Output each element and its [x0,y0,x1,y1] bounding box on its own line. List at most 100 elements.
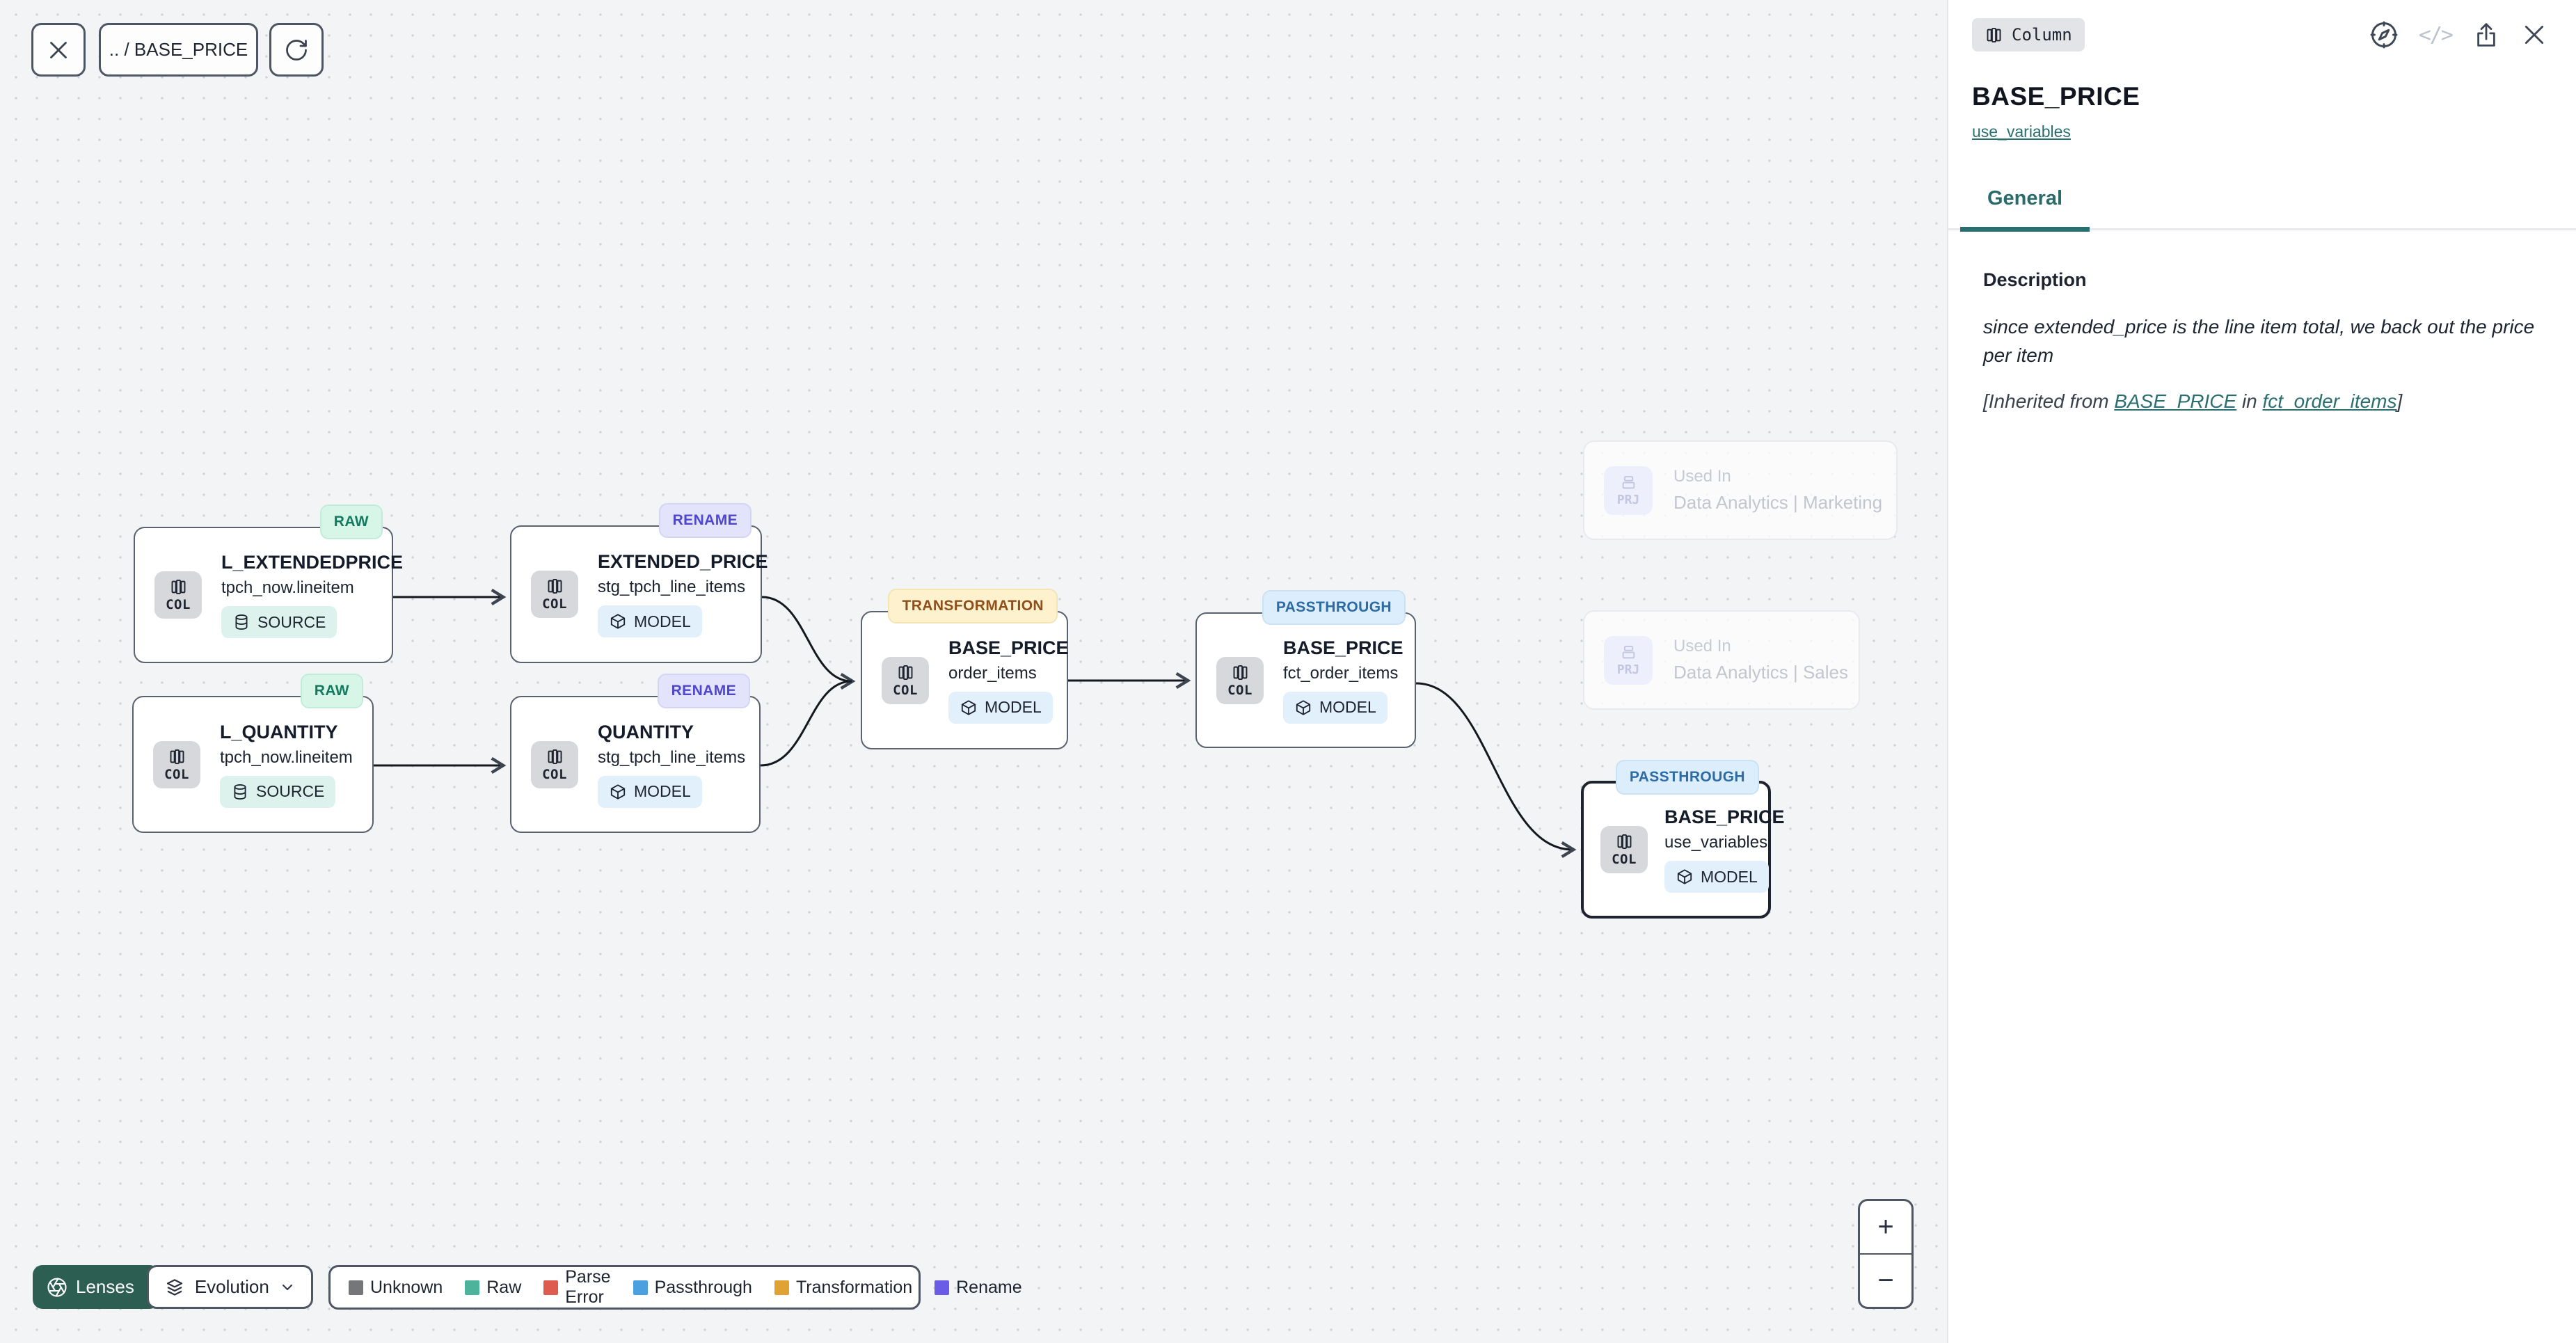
node-quantity[interactable]: RENAME COL QUANTITY stg_tpch_line_items … [510,696,761,833]
cube-icon [609,783,627,801]
inherited-prefix: [Inherited from [1983,390,2114,412]
lens-mode-label: Evolution [195,1276,269,1298]
node-subtitle: use_variables [1664,833,1767,852]
cube-icon [960,699,978,717]
inherited-model-link[interactable]: fct_order_items [2263,390,2397,412]
legend-label: Raw [486,1278,521,1298]
used-in-body: Used In Data Analytics | Sales [1673,637,1848,683]
refresh-icon [284,38,309,63]
node-body: L_EXTENDEDPRICE tpch_now.lineitem SOURCE [221,552,392,638]
column-kind-chip: COL [531,741,578,788]
cube-icon [1676,868,1694,886]
legend-label: Unknown [370,1278,443,1298]
legend-swatch [633,1280,648,1295]
node-l-extendedprice[interactable]: RAW COL L_EXTENDEDPRICE tpch_now.lineite… [134,527,393,663]
used-in-card-marketing[interactable]: PRJ Used In Data Analytics | Marketing [1583,440,1898,540]
node-kind-label: MODEL [634,612,691,631]
used-in-body: Used In Data Analytics | Marketing [1673,467,1882,514]
legend-item-raw: Raw [465,1278,521,1298]
lineage-canvas[interactable]: .. / BASE_PRICE RAW COL L_EXTENDEDPRICE … [0,0,1947,1343]
evolution-badge: PASSTHROUGH [1262,590,1406,625]
used-in-card-sales[interactable]: PRJ Used In Data Analytics | Sales [1583,610,1860,710]
project-kind-chip: PRJ [1604,636,1653,685]
inherited-column-link[interactable]: BASE_PRICE [2114,390,2236,412]
compass-icon[interactable] [2369,19,2399,50]
chevron-down-icon [279,1279,296,1296]
column-kind-chip: COL [1600,826,1648,873]
column-kind-label: COL [1227,683,1253,698]
node-subtitle: order_items [948,664,1037,683]
lenses-button[interactable]: Lenses [33,1265,159,1309]
column-kind-label: COL [1612,852,1637,867]
node-l-quantity[interactable]: RAW COL L_QUANTITY tpch_now.lineitem SOU… [132,696,374,833]
edge-extendedprice-baseprice [762,597,852,681]
lens-mode-dropdown[interactable]: Evolution [147,1265,313,1309]
page-title: BASE_PRICE [1972,82,2576,111]
node-title: QUANTITY [598,722,694,743]
column-kind-label: COL [542,596,567,612]
node-body: BASE_PRICE fct_order_items MODEL [1283,637,1404,724]
column-kind-chip: COL [154,571,202,619]
description-text: since extended_price is the line item to… [1983,313,2541,369]
zoom-in-button[interactable]: + [1860,1201,1911,1255]
node-body: L_QUANTITY tpch_now.lineitem SOURCE [220,722,353,808]
database-icon [232,613,251,631]
used-in-project: Data Analytics | Sales [1673,662,1848,683]
model-link[interactable]: use_variables [1972,122,2071,141]
used-in-label: Used In [1673,637,1848,656]
node-kind-badge: MODEL [1283,692,1388,724]
node-base-price-order-items[interactable]: TRANSFORMATION COL BASE_PRICE order_item… [861,611,1068,749]
breadcrumb[interactable]: .. / BASE_PRICE [99,23,258,77]
evolution-legend: Unknown Raw Parse Error Passthrough Tran… [328,1265,921,1310]
node-base-price-fct-order-items[interactable]: PASSTHROUGH COL BASE_PRICE fct_order_ite… [1195,612,1416,748]
inherited-suffix: ] [2397,390,2403,412]
project-kind-label: PRJ [1617,493,1640,507]
column-icon [546,747,564,766]
panel-header: Column </> [1948,0,2576,51]
legend-swatch [774,1280,789,1295]
inherited-note: [Inherited from BASE_PRICE in fct_order_… [1983,390,2541,413]
share-icon[interactable] [2472,20,2501,49]
node-kind-badge: SOURCE [220,776,335,808]
column-icon [169,578,188,596]
legend-item-rename: Rename [935,1278,1022,1298]
node-kind-label: SOURCE [257,613,326,632]
node-body: QUANTITY stg_tpch_line_items MODEL [598,722,745,808]
node-body: BASE_PRICE use_variables MODEL [1664,806,1768,893]
refresh-button[interactable] [269,23,324,77]
node-kind-badge: MODEL [598,605,702,637]
column-kind-chip: COL [882,657,929,704]
breadcrumb-label: .. / BASE_PRICE [109,39,248,61]
column-kind-chip: COL [153,741,200,788]
legend-swatch [349,1280,363,1295]
node-title: BASE_PRICE [1283,637,1404,659]
close-lineage-button[interactable] [31,23,86,77]
database-icon [231,783,249,801]
tab-general[interactable]: General [1960,187,2090,228]
node-subtitle: stg_tpch_line_items [598,578,745,597]
node-kind-badge: SOURCE [221,606,337,638]
zoom-out-button[interactable]: − [1860,1255,1911,1307]
node-extended-price[interactable]: RENAME COL EXTENDED_PRICE stg_tpch_line_… [510,525,762,663]
panel-actions: </> [2369,19,2548,50]
evolution-badge: TRANSFORMATION [888,589,1058,623]
node-body: EXTENDED_PRICE stg_tpch_line_items MODEL [598,551,761,637]
code-icon[interactable]: </> [2419,23,2452,47]
project-stack-icon [1619,473,1638,492]
description-heading: Description [1983,269,2576,291]
column-icon [896,663,915,682]
node-title: L_EXTENDEDPRICE [221,552,403,573]
project-stack-icon [1619,643,1638,662]
node-base-price-use-variables[interactable]: PASSTHROUGH COL BASE_PRICE use_variables… [1581,781,1771,919]
legend-item-unknown: Unknown [349,1278,443,1298]
lenses-group: Lenses Evolution [33,1265,313,1309]
inherited-middle: in [2236,390,2262,412]
node-title: EXTENDED_PRICE [598,551,768,573]
legend-item-passthrough: Passthrough [633,1278,752,1298]
column-kind-label: COL [166,597,191,612]
node-subtitle: tpch_now.lineitem [221,578,354,598]
close-icon[interactable] [2520,21,2548,49]
node-subtitle: stg_tpch_line_items [598,748,745,768]
legend-swatch [543,1280,558,1295]
legend-label: Transformation [796,1278,912,1298]
